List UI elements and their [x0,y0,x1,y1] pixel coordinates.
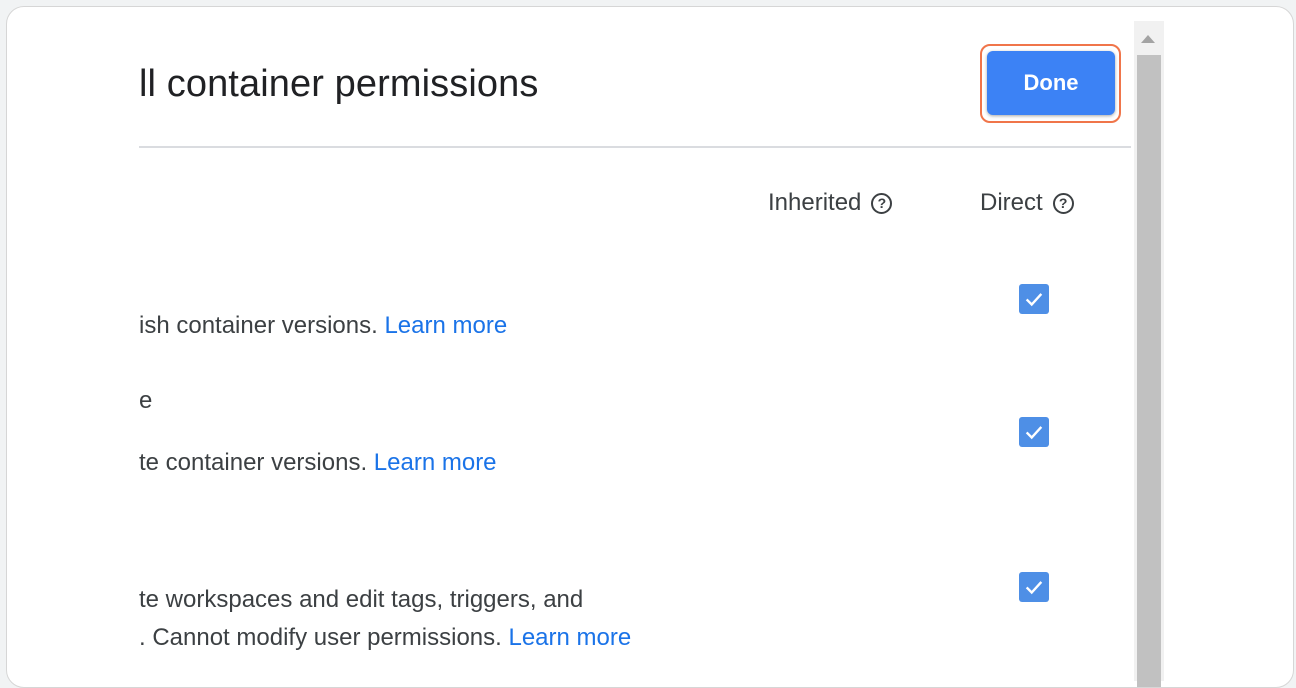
permission-description: te container versions. Learn more [139,449,497,477]
checkmark-icon [1025,426,1043,440]
direct-checkbox[interactable] [1019,284,1049,314]
permission-description: ish container versions. Learn more [139,312,507,340]
permissions-dialog: ll container permissions Done Inherited … [6,6,1294,688]
scroll-up-arrow-icon[interactable] [1141,35,1155,43]
checkmark-icon [1025,581,1043,595]
column-header-inherited: Inherited ? [768,189,893,217]
help-icon[interactable]: ? [1052,192,1074,214]
header-divider [139,146,1131,148]
column-header-direct: Direct ? [980,189,1074,217]
column-header-direct-label: Direct [980,189,1043,216]
checkmark-icon [1025,293,1043,307]
help-icon[interactable]: ? [871,192,893,214]
direct-checkbox[interactable] [1019,572,1049,602]
column-header-inherited-label: Inherited [768,189,862,216]
scrollbar-thumb[interactable] [1137,55,1161,687]
permission-description-line1: te workspaces and edit tags, triggers, a… [139,586,584,613]
learn-more-link[interactable]: Learn more [508,624,631,651]
learn-more-link[interactable]: Learn more [374,449,497,476]
done-button[interactable]: Done [987,51,1115,115]
permission-description-text: ish container versions. [139,312,385,339]
permission-description-text: . Cannot modify user permissions. [139,624,509,651]
direct-checkbox[interactable] [1019,417,1049,447]
permission-description-line2: . Cannot modify user permissions. Learn … [139,624,631,652]
learn-more-link[interactable]: Learn more [384,312,507,339]
dialog-title: ll container permissions [139,63,539,105]
permission-title: e [139,387,153,414]
permission-description-text: te container versions. [139,449,374,476]
